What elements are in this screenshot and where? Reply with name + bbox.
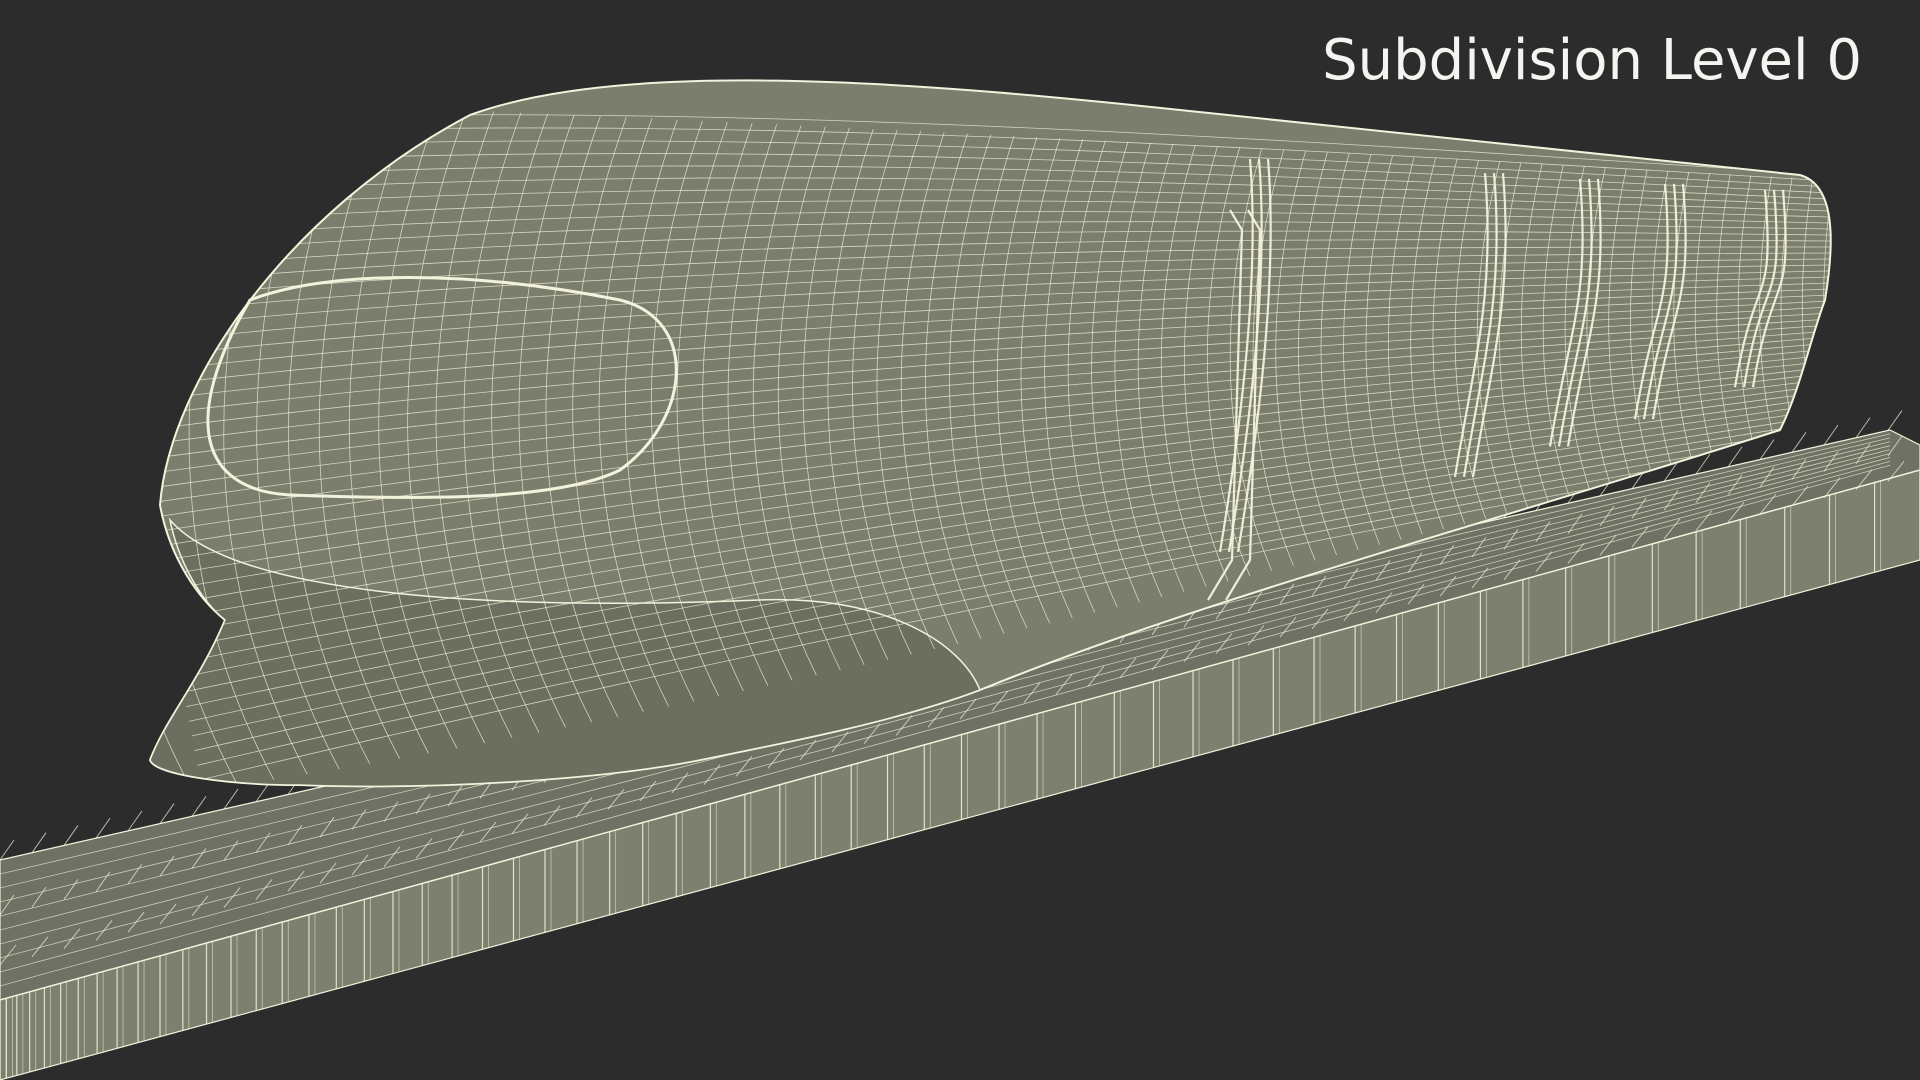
render-viewport: Subdivision Level 0 <box>0 0 1920 1080</box>
wireframe-render <box>0 79 1920 1080</box>
subdivision-level-label: Subdivision Level 0 <box>1322 28 1862 93</box>
train-body <box>148 79 1832 788</box>
mesh-edge <box>1887 410 1903 431</box>
